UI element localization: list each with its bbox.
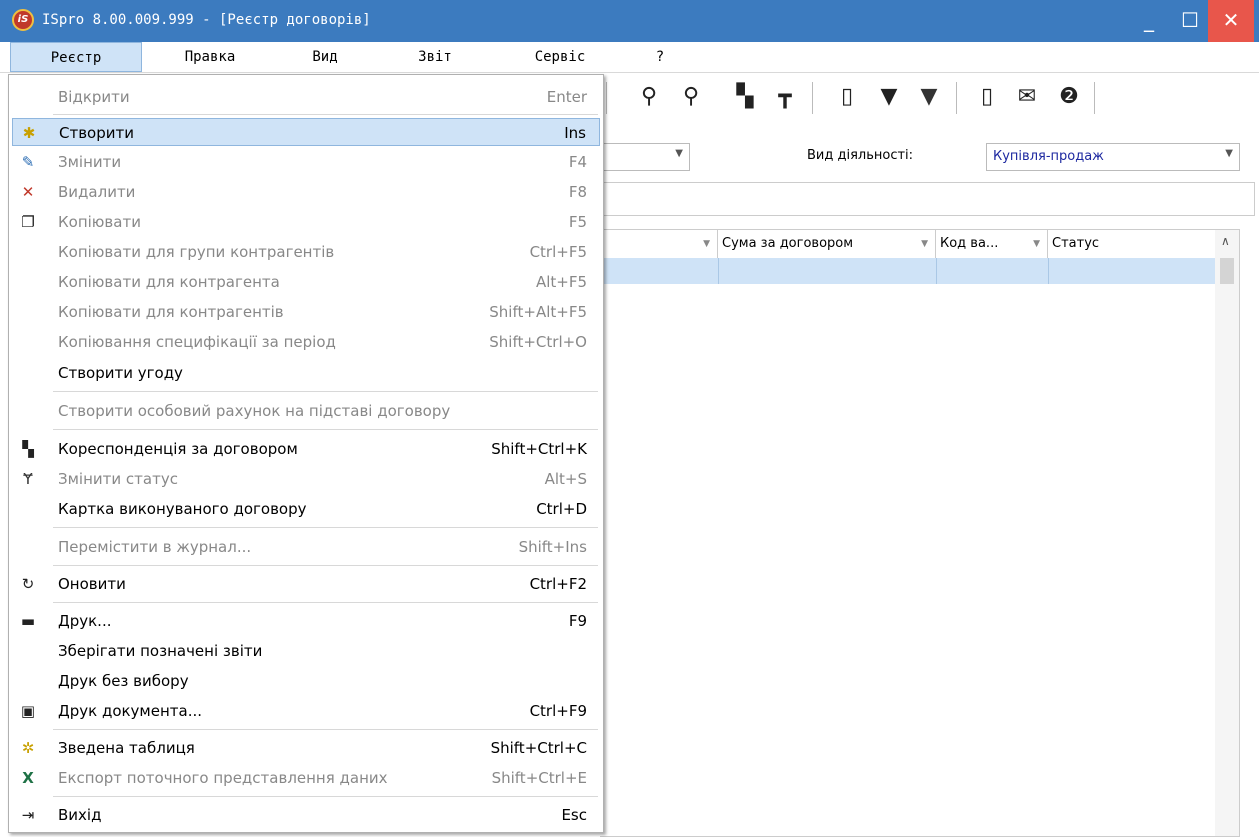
menu-item-move-to-journal[interactable]: Перемістити в журнал... Shift+Ins bbox=[9, 533, 603, 561]
correspondence-icon: ▚ bbox=[22, 440, 34, 458]
menu-item-correspondence[interactable]: ▚ Кореспонденція за договором Shift+Ctrl+… bbox=[9, 435, 603, 463]
period-combo[interactable]: ▼ bbox=[590, 143, 690, 171]
find-next-icon[interactable]: ⚲ bbox=[676, 82, 706, 112]
exit-icon: ⇥ bbox=[21, 806, 35, 824]
help-icon[interactable]: ❷ bbox=[1054, 82, 1084, 112]
hierarchy-icon[interactable]: ┳ bbox=[770, 82, 800, 112]
correspondence-icon[interactable]: ▚ bbox=[730, 82, 760, 112]
menu-registry[interactable]: Реєстр bbox=[10, 42, 142, 72]
menu-item-contract-card[interactable]: Картка виконуваного договору Ctrl+D bbox=[9, 495, 603, 523]
close-button[interactable]: ✕ bbox=[1208, 0, 1254, 42]
delete-icon: ✕ bbox=[21, 183, 35, 201]
column-header-currency[interactable]: Код ва... ▼ bbox=[936, 230, 1048, 258]
document-clock-icon[interactable]: ▯ bbox=[832, 82, 862, 112]
column-header-sum[interactable]: Сума за договором ▼ bbox=[718, 230, 936, 258]
toolbar: ⚲ ⚲ ▚ ┳ ▯ ▼ ▼ ▯ ✉ ❷ bbox=[600, 76, 1160, 124]
filter-icon[interactable]: ▼ bbox=[874, 82, 904, 112]
title-bar: iS ISpro 8.00.009.999 - [Реєстр договорі… bbox=[0, 0, 1259, 42]
column-header-status[interactable]: Статус bbox=[1048, 230, 1215, 258]
menu-view[interactable]: Вид bbox=[290, 42, 360, 72]
form-icon[interactable]: ▯ bbox=[972, 82, 1002, 112]
status-icon: Ɏ bbox=[23, 470, 33, 488]
contracts-grid: ▼ Сума за договором ▼ Код ва... ▼ Статус ∧ bbox=[600, 229, 1240, 837]
edit-icon: ✎ bbox=[21, 153, 35, 171]
grid-header: ▼ Сума за договором ▼ Код ва... ▼ Статус bbox=[600, 230, 1215, 259]
menu-item-copy-specification[interactable]: Копіювання специфікації за період Shift+C… bbox=[9, 328, 603, 356]
menu-item-copy-counterparties[interactable]: Копіювати для контрагентів Shift+Alt+F5 bbox=[9, 298, 603, 326]
search-icon[interactable]: ⚲ bbox=[634, 82, 664, 112]
menu-item-copy-group[interactable]: Копіювати для групи контрагентів Ctrl+F5 bbox=[9, 238, 603, 266]
menu-bar: Реєстр Правка Вид Звіт Сервіс ? bbox=[0, 42, 1259, 73]
refresh-icon: ↻ bbox=[21, 575, 35, 593]
menu-item-create-personal-account[interactable]: Створити особовий рахунок на підставі до… bbox=[9, 397, 603, 425]
maximize-button[interactable]: ☐ bbox=[1167, 0, 1213, 42]
menu-item-delete[interactable]: ✕ Видалити F8 bbox=[9, 178, 603, 206]
print-document-icon: ▣ bbox=[20, 702, 36, 720]
activity-label: Вид діяльності: bbox=[807, 148, 914, 163]
chevron-down-icon: ▼ bbox=[675, 148, 683, 159]
menu-service[interactable]: Сервіс bbox=[515, 42, 605, 72]
menu-item-change-status[interactable]: Ɏ Змінити статус Alt+S bbox=[9, 465, 603, 493]
menu-report[interactable]: Звіт bbox=[400, 42, 470, 72]
window-title: ISpro 8.00.009.999 - [Реєстр договорів] bbox=[42, 12, 371, 28]
menu-item-refresh[interactable]: ↻ Оновити Ctrl+F2 bbox=[9, 570, 603, 598]
menu-item-edit[interactable]: ✎ Змінити F4 bbox=[9, 148, 603, 176]
menu-item-open[interactable]: Відкрити Enter bbox=[9, 83, 603, 111]
minimize-button[interactable]: _ bbox=[1126, 0, 1172, 42]
menu-item-save-marked-reports[interactable]: Зберігати позначені звіти bbox=[9, 637, 603, 665]
menu-item-copy[interactable]: ❐ Копіювати F5 bbox=[9, 208, 603, 236]
clear-filter-icon[interactable]: ▼ bbox=[914, 82, 944, 112]
menu-help[interactable]: ? bbox=[640, 42, 680, 72]
copy-icon: ❐ bbox=[21, 213, 35, 231]
create-icon: ✱ bbox=[22, 124, 36, 142]
chevron-down-icon: ▼ bbox=[1225, 148, 1233, 159]
menu-item-print-without-selection[interactable]: Друк без вибору bbox=[9, 667, 603, 695]
menu-item-print-document[interactable]: ▣ Друк документа... Ctrl+F9 bbox=[9, 697, 603, 725]
scroll-thumb[interactable] bbox=[1220, 258, 1234, 284]
activity-combo[interactable]: Купівля-продаж ▼ bbox=[986, 143, 1240, 171]
excel-export-icon: X bbox=[22, 769, 34, 787]
pivot-table-icon: ✲ bbox=[21, 739, 35, 757]
print-icon: ▬ bbox=[20, 612, 36, 630]
filter-bar: ▼ Вид діяльності: Купівля-продаж ▼ bbox=[590, 136, 1259, 176]
column-header[interactable]: ▼ bbox=[600, 230, 718, 258]
tab-strip bbox=[600, 182, 1255, 216]
menu-item-create-agreement[interactable]: Створити угоду bbox=[9, 359, 603, 387]
menu-item-exit[interactable]: ⇥ Вихід Esc bbox=[9, 801, 603, 829]
app-logo-icon: iS bbox=[12, 9, 34, 31]
menu-edit[interactable]: Правка bbox=[160, 42, 260, 72]
scroll-up-icon[interactable]: ∧ bbox=[1221, 234, 1230, 248]
menu-item-create[interactable]: ✱ Створити Ins bbox=[12, 118, 600, 146]
menu-item-pivot-table[interactable]: ✲ Зведена таблиця Shift+Ctrl+C bbox=[9, 734, 603, 762]
menu-item-print[interactable]: ▬ Друк... F9 bbox=[9, 607, 603, 635]
table-row[interactable] bbox=[600, 258, 1215, 284]
registry-menu: Відкрити Enter ✱ Створити Ins ✎ Змінити F4 … bbox=[8, 74, 604, 833]
menu-item-export[interactable]: X Експорт поточного представлення даних S… bbox=[9, 764, 603, 792]
mail-icon[interactable]: ✉ bbox=[1012, 82, 1042, 112]
menu-item-copy-counterparty[interactable]: Копіювати для контрагента Alt+F5 bbox=[9, 268, 603, 296]
activity-value: Купівля-продаж bbox=[993, 149, 1104, 164]
vertical-scrollbar[interactable]: ∧ bbox=[1215, 230, 1239, 836]
